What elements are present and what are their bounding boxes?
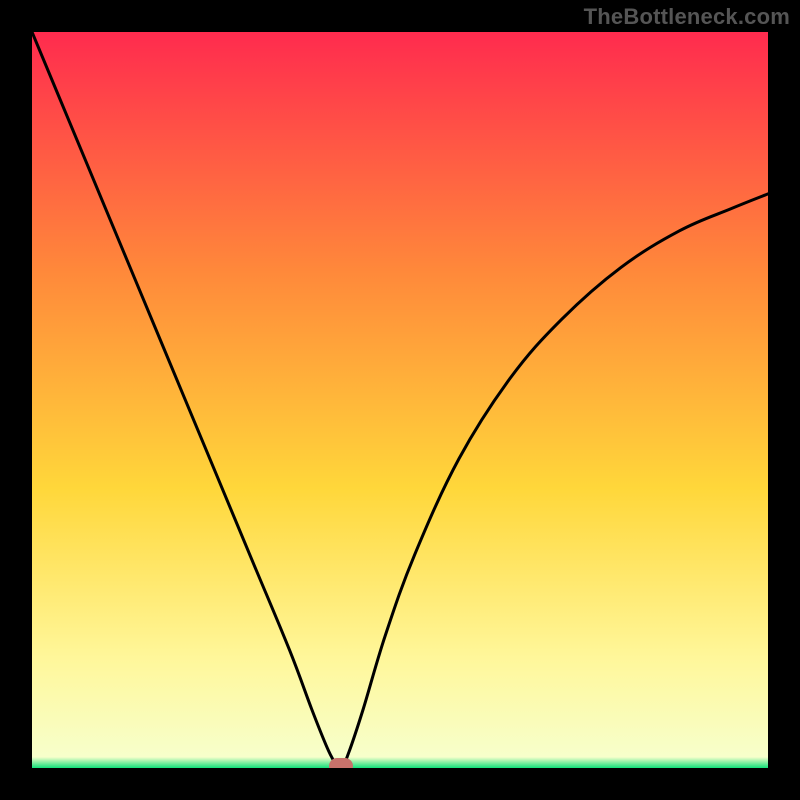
chart-frame: TheBottleneck.com (0, 0, 800, 800)
attribution-text: TheBottleneck.com (584, 4, 790, 30)
chart-svg (32, 32, 768, 768)
gradient-background (32, 32, 768, 768)
plot-area (32, 32, 768, 768)
optimum-marker (329, 758, 353, 768)
